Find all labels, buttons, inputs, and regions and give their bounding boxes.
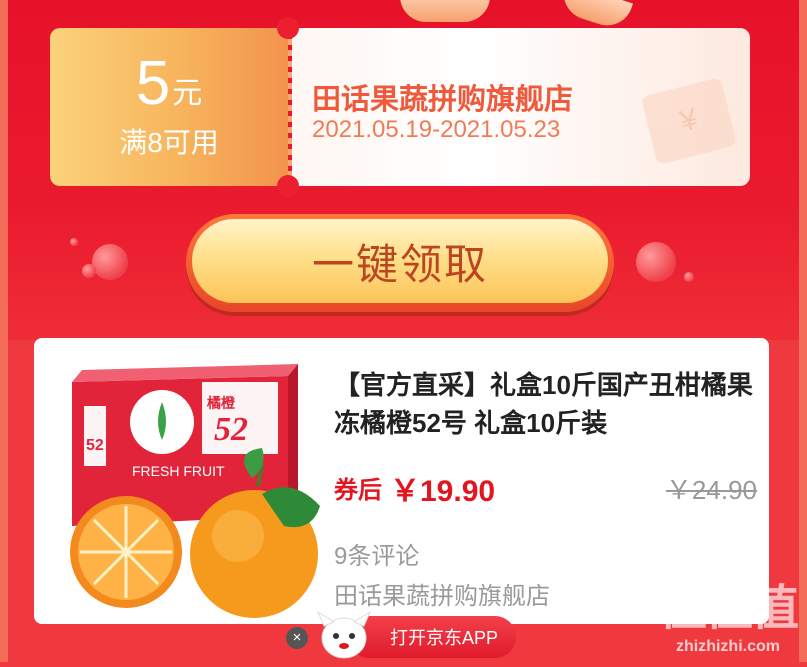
- right-frame: [799, 0, 807, 662]
- original-price: ￥24.90: [665, 475, 757, 505]
- product-title[interactable]: 【官方直采】礼盒10斤国产丑柑橘果冻橘橙52号 礼盒10斤装: [334, 366, 754, 442]
- claim-button-frame: 一键领取: [186, 214, 614, 312]
- coupon-notch: [277, 17, 299, 39]
- product-image[interactable]: 52 52 橘橙 FRESH FRUIT: [62, 356, 324, 618]
- watermark: 值值值 zhizhizhi.com: [658, 568, 799, 656]
- mascot-dog-icon: [314, 608, 374, 662]
- price-label: 券后: [334, 477, 382, 504]
- coupon-value-panel: 5 元 满8可用: [50, 28, 288, 186]
- ticket-icon: ¥: [640, 77, 738, 165]
- coupon-unit: 元: [172, 77, 203, 110]
- coupon-notch: [277, 175, 299, 197]
- box-fresh-fruit: FRESH FRUIT: [132, 463, 225, 479]
- bubble-decoration: [82, 264, 96, 278]
- coupon-date-range: 2021.05.19-2021.05.23: [312, 116, 561, 143]
- bubble-decoration: [92, 244, 128, 280]
- bubble-decoration: [684, 272, 694, 282]
- coupon-info-panel: 田话果蔬拼购旗舰店 2021.05.19-2021.05.23 ¥: [292, 28, 750, 186]
- close-icon[interactable]: ×: [286, 627, 308, 649]
- open-app-label: 打开京东APP: [389, 628, 498, 648]
- current-price: ￥19.90: [390, 475, 496, 508]
- svg-text:52: 52: [86, 437, 104, 454]
- coupon-amount-row: 5 元: [136, 53, 202, 115]
- store-name[interactable]: 田话果蔬拼购旗舰店: [334, 576, 550, 611]
- coupon-amount: 5: [135, 49, 171, 118]
- left-frame: [0, 0, 8, 662]
- coupon-shop-name: 田话果蔬拼购旗舰店: [312, 84, 574, 116]
- claim-coupon-button[interactable]: 一键领取: [192, 219, 608, 303]
- box-brand-char: 橘橙: [206, 395, 236, 412]
- watermark-logo: 值值值: [658, 582, 799, 635]
- watermark-site: zhizhizhi.com: [675, 638, 780, 655]
- bubble-decoration: [636, 242, 676, 282]
- ribbon-decoration: [400, 0, 490, 22]
- coupon-card: 5 元 满8可用 田话果蔬拼购旗舰店 2021.05.19-2021.05.23…: [50, 28, 750, 186]
- review-count[interactable]: 9条评论: [334, 536, 419, 571]
- box-brand-number: 52: [214, 411, 248, 448]
- bubble-decoration: [70, 238, 78, 246]
- coupon-condition: 满8可用: [119, 127, 219, 158]
